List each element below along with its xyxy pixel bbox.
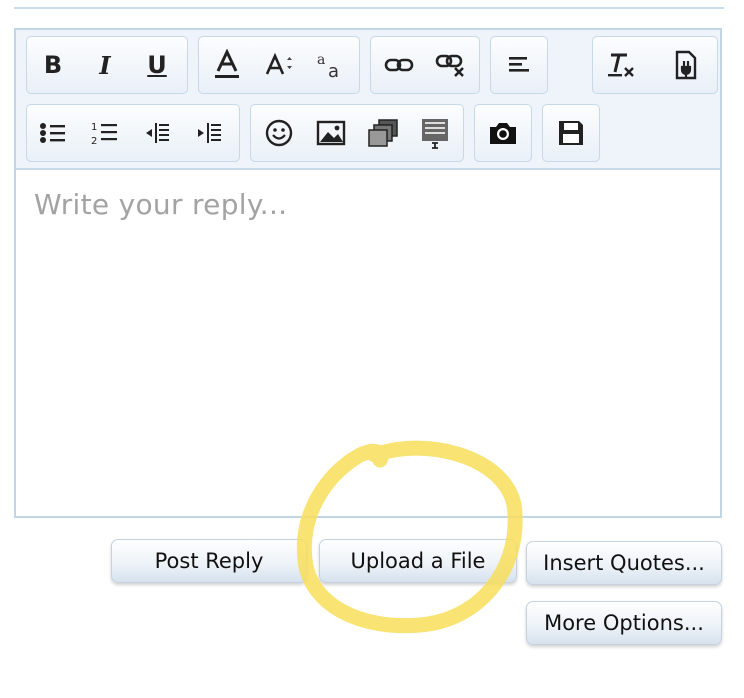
image-button[interactable]	[311, 111, 351, 155]
text-style-group: B I U	[26, 36, 188, 94]
svg-text:a: a	[328, 61, 339, 80]
smilies-button[interactable]	[259, 111, 299, 155]
indent-icon	[198, 123, 221, 143]
post-reply-button[interactable]: Post Reply	[111, 539, 307, 583]
reply-placeholder: Write your reply...	[34, 188, 288, 221]
insert-group	[250, 104, 464, 162]
bulleted-list-icon	[40, 123, 65, 143]
align-group	[490, 36, 548, 94]
indent-button[interactable]	[189, 111, 229, 155]
bulleted-list-button[interactable]	[33, 111, 73, 155]
editor-toolbar: B I U a a 1 2	[16, 30, 720, 170]
bold-icon: B	[43, 51, 63, 79]
media-icon	[368, 119, 398, 147]
smilies-icon	[265, 119, 293, 147]
reply-editor: B I U a a 1 2 Write your reply...	[14, 28, 722, 518]
outdent-icon	[146, 123, 169, 143]
svg-text:2: 2	[91, 136, 97, 146]
camera-icon	[490, 123, 516, 144]
numbered-list-button[interactable]: 1 2	[85, 111, 125, 155]
align-icon	[509, 57, 529, 72]
italic-icon: I	[99, 50, 111, 80]
link-group	[370, 36, 480, 94]
more-options-button[interactable]: More Options...	[526, 601, 722, 645]
remove-format-button[interactable]	[601, 43, 641, 87]
save-group	[542, 104, 600, 162]
outdent-button[interactable]	[137, 111, 177, 155]
font-family-icon: a a	[317, 52, 339, 80]
save-draft-button[interactable]	[551, 111, 591, 155]
save-draft-icon	[559, 121, 583, 145]
bbcode-toggle-button[interactable]	[665, 43, 705, 87]
font-group: a a	[198, 36, 360, 94]
insert-more-button[interactable]	[415, 111, 455, 155]
font-size-icon	[265, 52, 292, 75]
insert-more-icon	[422, 119, 448, 149]
bbcode-toggle-icon	[675, 50, 697, 80]
unlink-icon	[435, 54, 464, 77]
remove-format-icon	[608, 53, 634, 77]
list-group: 1 2	[26, 104, 240, 162]
underline-button[interactable]: U	[137, 43, 177, 87]
svg-text:1: 1	[91, 122, 97, 133]
font-size-button[interactable]	[259, 43, 299, 87]
italic-button[interactable]: I	[85, 43, 125, 87]
bold-button[interactable]: B	[33, 43, 73, 87]
svg-text:a: a	[317, 52, 325, 68]
camera-group	[474, 104, 532, 162]
link-icon	[384, 58, 414, 72]
underline-icon: U	[147, 51, 167, 79]
format-group	[592, 36, 718, 94]
top-divider	[14, 7, 724, 9]
media-button[interactable]	[363, 111, 403, 155]
image-icon	[316, 120, 346, 146]
text-color-icon	[215, 49, 239, 78]
unlink-button[interactable]	[431, 43, 471, 87]
text-color-button[interactable]	[207, 43, 247, 87]
camera-button[interactable]	[483, 111, 523, 155]
align-button[interactable]	[499, 43, 539, 87]
insert-quotes-button[interactable]: Insert Quotes...	[526, 541, 722, 585]
link-button[interactable]	[379, 43, 419, 87]
upload-file-button[interactable]: Upload a File	[319, 539, 517, 583]
numbered-list-icon: 1 2	[91, 122, 117, 146]
reply-text-area[interactable]: Write your reply...	[16, 168, 720, 516]
font-family-button[interactable]: a a	[311, 43, 351, 87]
